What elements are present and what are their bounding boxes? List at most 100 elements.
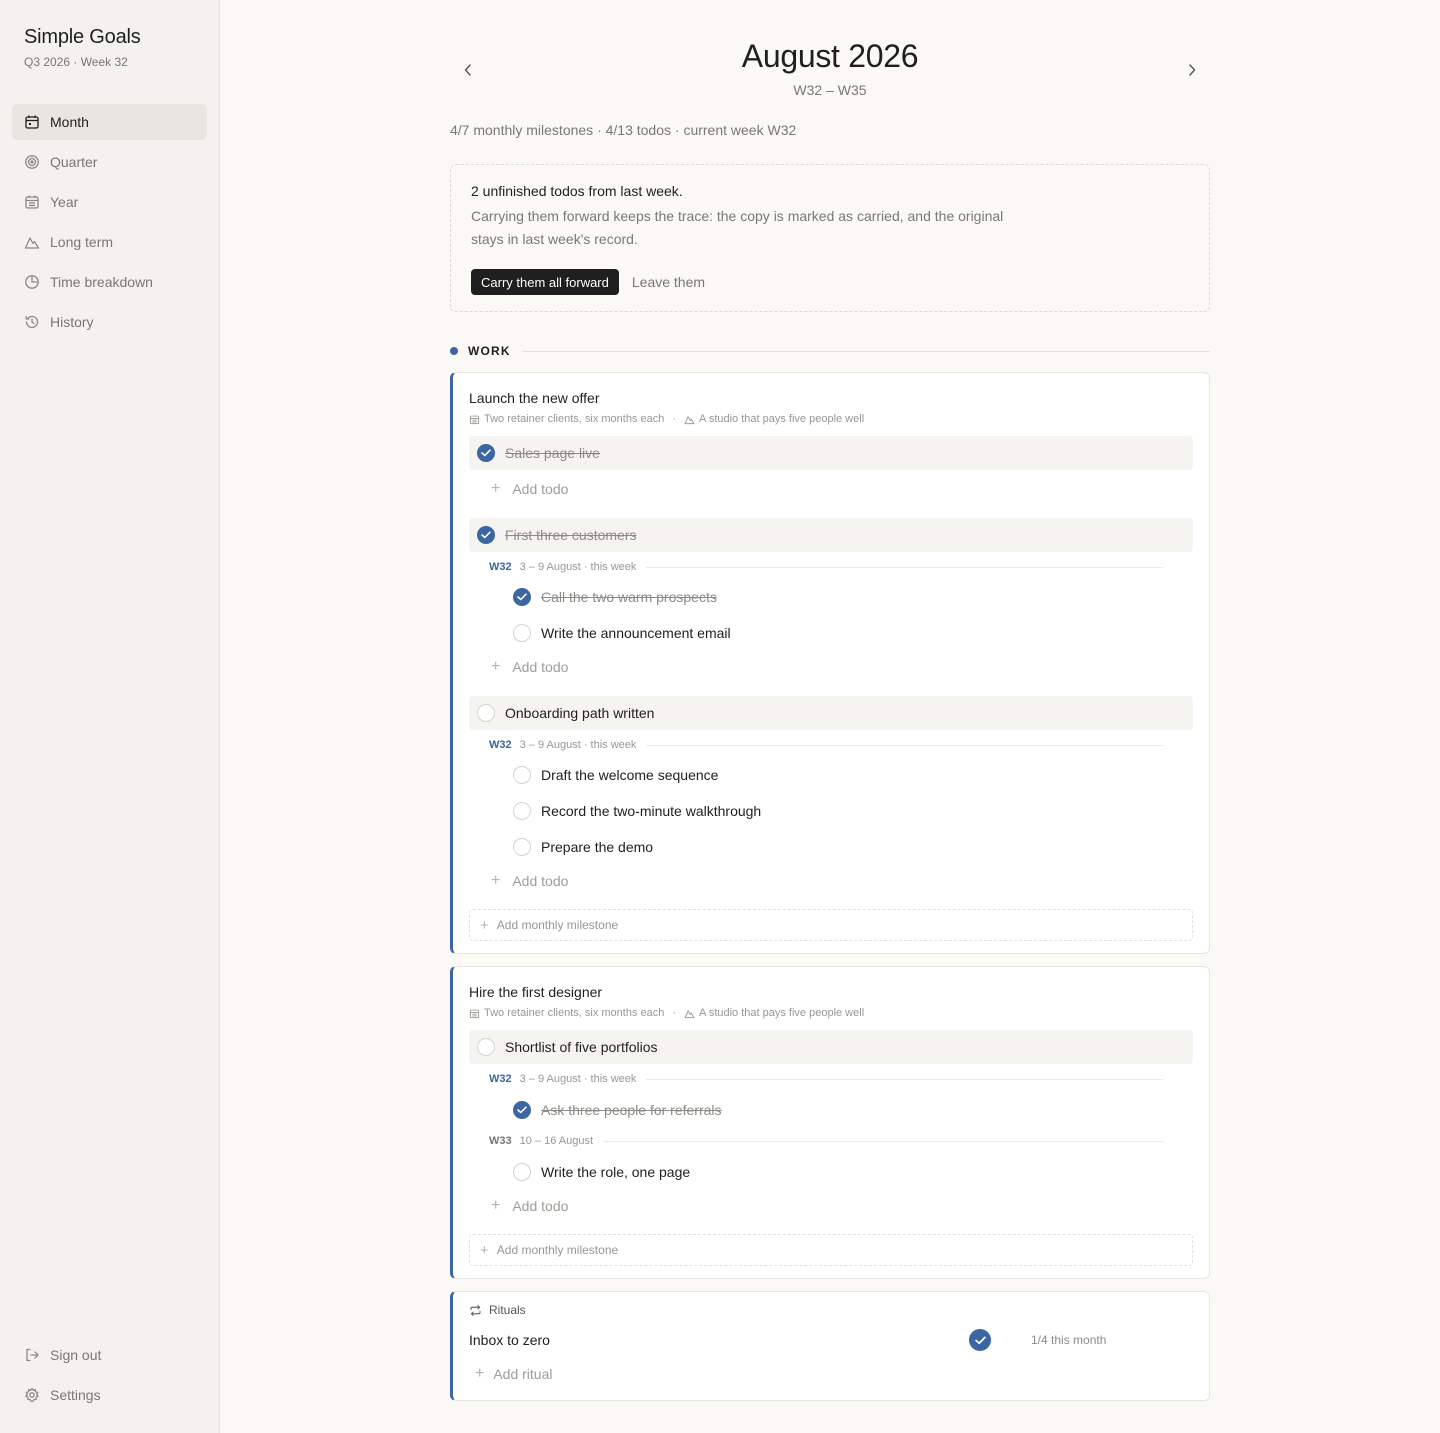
target-icon xyxy=(25,155,39,169)
carry-forward-notice: 2 unfinished todos from last week. Carry… xyxy=(450,164,1210,312)
milestone-label[interactable]: Sales page live xyxy=(505,445,600,461)
calendar-grid-icon xyxy=(469,415,480,424)
goal-title[interactable]: Launch the new offer xyxy=(469,390,600,406)
app-subtitle: Q3 2026 · Week 32 xyxy=(24,55,128,69)
goal-card: Hire the first designer Two retainer cli… xyxy=(450,966,1210,1279)
leave-them-button[interactable]: Leave them xyxy=(632,274,705,290)
todo-label[interactable]: Call the two warm prospects xyxy=(541,589,717,605)
add-todo-button[interactable]: + Add todo xyxy=(491,871,568,891)
year-goal-link[interactable]: Two retainer clients, six months each xyxy=(484,1007,664,1019)
year-goal-link[interactable]: Two retainer clients, six months each xyxy=(484,413,664,425)
next-month-button[interactable] xyxy=(1180,58,1204,82)
goal-title[interactable]: Hire the first designer xyxy=(469,984,602,1000)
week-rule xyxy=(646,566,1163,568)
sidebar: Simple Goals Q3 2026 · Week 32 Month Qua… xyxy=(0,0,220,1433)
todo-label[interactable]: Record the two-minute walkthrough xyxy=(541,803,761,819)
week-rule xyxy=(603,1140,1163,1142)
todo-row: Write the announcement email xyxy=(469,616,1193,650)
sidebar-footer: Sign out Settings xyxy=(12,1337,207,1417)
meta-separator: · xyxy=(672,1007,677,1019)
milestone-checkbox[interactable] xyxy=(477,704,495,722)
plus-icon: + xyxy=(475,1365,485,1382)
sidebar-item-label: Long term xyxy=(50,234,114,250)
week-divider: W32 3 – 9 August · this week xyxy=(489,1072,1163,1086)
repeat-icon xyxy=(470,1304,481,1316)
todo-checkbox[interactable] xyxy=(513,838,531,856)
rituals-card: Rituals Inbox to zero 1/4 this month + Ad… xyxy=(450,1291,1210,1401)
milestone-label[interactable]: Onboarding path written xyxy=(505,705,654,721)
mountain-icon xyxy=(24,237,40,249)
app-title: Simple Goals xyxy=(24,26,141,48)
settings-button[interactable]: Settings xyxy=(12,1377,207,1413)
plus-icon: + xyxy=(491,1197,501,1214)
goal-meta: Two retainer clients, six months each · … xyxy=(469,413,864,425)
milestone-label[interactable]: Shortlist of five portfolios xyxy=(505,1039,658,1055)
sidebar-item-month[interactable]: Month xyxy=(12,104,207,140)
todo-row: Record the two-minute walkthrough xyxy=(469,794,1193,828)
week-divider: W32 3 – 9 August · this week xyxy=(489,560,1163,574)
milestone-row: Onboarding path written xyxy=(469,696,1193,730)
week-code: W33 xyxy=(489,1135,512,1147)
milestone-checkbox[interactable] xyxy=(477,526,495,544)
chevron-right-icon xyxy=(1189,64,1196,76)
milestone-checkbox[interactable] xyxy=(477,1038,495,1056)
check-icon xyxy=(517,1106,527,1114)
section-color-dot xyxy=(450,347,458,355)
todo-label[interactable]: Draft the welcome sequence xyxy=(541,767,718,783)
plus-icon: + xyxy=(491,480,501,497)
notice-title: 2 unfinished todos from last week. xyxy=(471,183,683,199)
todo-checkbox[interactable] xyxy=(513,1101,531,1119)
settings-label: Settings xyxy=(50,1387,101,1403)
todo-label[interactable]: Write the announcement email xyxy=(541,625,731,641)
add-milestone-button[interactable]: + Add monthly milestone xyxy=(469,909,1193,941)
history-icon xyxy=(25,315,39,329)
gear-icon xyxy=(25,1387,39,1402)
notice-body: Carrying them forward keeps the trace: t… xyxy=(471,208,1004,247)
ritual-label[interactable]: Inbox to zero xyxy=(469,1332,969,1348)
milestone-checkbox[interactable] xyxy=(477,444,495,462)
plus-icon: + xyxy=(491,658,501,675)
todo-checkbox[interactable] xyxy=(513,802,531,820)
todo-label[interactable]: Ask three people for referrals xyxy=(541,1102,722,1118)
todo-row: Call the two warm prospects xyxy=(469,580,1193,614)
milestone-label[interactable]: First three customers xyxy=(505,527,636,543)
sidebar-item-time-breakdown[interactable]: Time breakdown xyxy=(12,264,207,300)
long-term-goal-link[interactable]: A studio that pays five people well xyxy=(699,1007,864,1019)
sidebar-item-year[interactable]: Year xyxy=(12,184,207,220)
todo-checkbox[interactable] xyxy=(513,1163,531,1181)
sidebar-item-long-term[interactable]: Long term xyxy=(12,224,207,260)
sidebar-item-history[interactable]: History xyxy=(12,304,207,340)
notice-actions: Carry them all forward Leave them xyxy=(471,269,1189,295)
add-milestone-button[interactable]: + Add monthly milestone xyxy=(469,1234,1193,1266)
todo-row: Ask three people for referrals xyxy=(469,1093,1193,1127)
goal-card: Launch the new offer Two retainer client… xyxy=(450,372,1210,954)
todo-label[interactable]: Write the role, one page xyxy=(541,1164,690,1180)
carry-forward-button[interactable]: Carry them all forward xyxy=(471,269,619,295)
sidebar-nav: Month Quarter Year Long term Time breakd… xyxy=(12,104,207,344)
todo-label[interactable]: Prepare the demo xyxy=(541,839,653,855)
ritual-checkbox[interactable] xyxy=(969,1329,991,1351)
progress-summary: 4/7 monthly milestones · 4/13 todos · cu… xyxy=(450,122,797,138)
week-range: 3 – 9 August · this week xyxy=(519,561,637,573)
long-term-goal-link[interactable]: A studio that pays five people well xyxy=(699,413,864,425)
calendar-icon xyxy=(25,115,39,129)
main-content: August 2026 W32 – W35 4/7 monthly milest… xyxy=(450,0,1210,1401)
rituals-title: Rituals xyxy=(489,1303,526,1317)
todo-checkbox[interactable] xyxy=(513,588,531,606)
sign-out-button[interactable]: Sign out xyxy=(12,1337,207,1373)
calendar-grid-icon xyxy=(25,195,39,209)
week-rule xyxy=(646,1078,1163,1080)
add-todo-button[interactable]: + Add todo xyxy=(491,479,568,499)
todo-row: Prepare the demo xyxy=(469,830,1193,864)
check-icon xyxy=(481,531,491,539)
todo-checkbox[interactable] xyxy=(513,624,531,642)
week-rule xyxy=(646,744,1163,746)
month-header: August 2026 W32 – W35 xyxy=(450,0,1210,110)
mountain-icon xyxy=(684,415,695,424)
todo-checkbox[interactable] xyxy=(513,766,531,784)
sidebar-item-quarter[interactable]: Quarter xyxy=(12,144,207,180)
sidebar-item-label: Year xyxy=(50,194,79,210)
add-ritual-button[interactable]: + Add ritual xyxy=(475,1364,553,1384)
add-todo-button[interactable]: + Add todo xyxy=(491,657,568,677)
add-todo-button[interactable]: + Add todo xyxy=(491,1196,568,1216)
